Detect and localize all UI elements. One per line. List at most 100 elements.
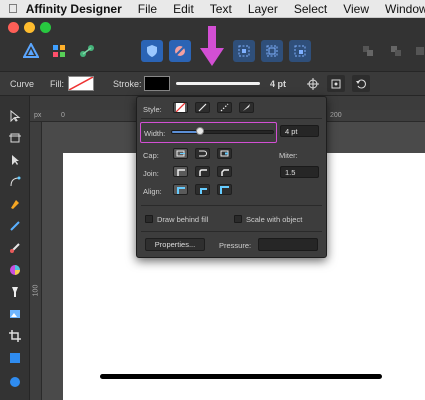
menu-file[interactable]: File [130, 2, 165, 16]
arrange-icon [363, 46, 373, 56]
cap-label: Cap: [143, 151, 159, 160]
fill-swatch[interactable] [68, 76, 94, 91]
pressure-label: Pressure: [219, 241, 252, 250]
macos-menu-bar:  Affinity Designer File Edit Text Layer… [0, 0, 425, 18]
width-slider-knob[interactable] [195, 127, 204, 135]
join-miter-button[interactable] [173, 166, 188, 177]
menu-view[interactable]: View [335, 2, 377, 16]
align-center-stroke-button[interactable] [173, 184, 188, 195]
stroke-width-preview[interactable] [176, 82, 260, 85]
menu-layer[interactable]: Layer [240, 2, 286, 16]
show-handles-button[interactable] [327, 75, 345, 92]
draw-behind-fill-label: Draw behind fill [157, 215, 209, 224]
pencil-tool[interactable] [5, 216, 25, 236]
transform-origin-button[interactable] [304, 75, 322, 92]
curve-line[interactable] [100, 374, 382, 379]
move-tool[interactable] [5, 106, 25, 126]
apple-menu-icon[interactable]:  [8, 1, 18, 16]
arrange-button[interactable] [357, 40, 379, 62]
menu-select[interactable]: Select [286, 2, 335, 16]
stroke-outside-icon [220, 185, 229, 194]
butt-cap-icon [176, 150, 185, 157]
glass-icon [12, 287, 18, 297]
image-icon [10, 310, 20, 318]
align-center-button[interactable] [261, 40, 283, 62]
tool-name-label: Curve [10, 79, 35, 89]
more-toolbar-button[interactable] [412, 40, 425, 62]
width-label: Width: [144, 129, 166, 138]
arrange-icon [415, 47, 424, 55]
fill-tool[interactable] [5, 260, 25, 280]
minimize-window-button[interactable] [24, 22, 35, 33]
draw-behind-fill-checkbox[interactable] [145, 215, 153, 223]
style-solid-button[interactable] [195, 102, 210, 113]
pen-icon [11, 200, 19, 209]
join-round-button[interactable] [195, 166, 210, 177]
crop-tool[interactable] [5, 326, 25, 346]
pressure-curve-field[interactable] [258, 238, 318, 251]
rectangle-tool[interactable] [5, 348, 25, 368]
cap-round-button[interactable] [195, 148, 210, 159]
menu-window[interactable]: Window [377, 2, 425, 16]
ellipse-tool[interactable] [5, 372, 25, 392]
stroke-center-icon [177, 186, 185, 194]
width-value-field[interactable]: 4 pt [280, 125, 319, 137]
style-brush-button[interactable] [239, 102, 254, 113]
place-image-tool[interactable] [5, 304, 25, 324]
style-label: Style: [143, 105, 162, 114]
rotate-button[interactable] [352, 75, 370, 92]
designer-persona-button[interactable] [20, 40, 42, 62]
ruler-unit-label: px [34, 112, 42, 119]
align-right-button[interactable] [289, 40, 311, 62]
boolean-add-button[interactable] [141, 40, 163, 62]
artboard-icon [9, 133, 21, 143]
align-outside-stroke-button[interactable] [217, 184, 232, 195]
panel-divider [141, 118, 322, 119]
selection-box-icon [238, 45, 250, 57]
corner-icon [10, 176, 21, 187]
menu-edit[interactable]: Edit [165, 2, 202, 16]
transparency-tool[interactable] [5, 282, 25, 302]
node-tool[interactable] [5, 150, 25, 170]
arrange-back-button[interactable] [385, 40, 407, 62]
app-name-menu[interactable]: Affinity Designer [18, 2, 130, 16]
style-dashed-button[interactable] [217, 102, 232, 113]
align-left-button[interactable] [233, 40, 255, 62]
miter-value-field[interactable]: 1.5 [280, 166, 319, 178]
vertical-ruler[interactable]: 100 [30, 122, 42, 400]
properties-button[interactable]: Properties... [145, 238, 205, 251]
align-inside-stroke-button[interactable] [195, 184, 210, 195]
export-persona-button[interactable] [76, 40, 98, 62]
miter-label: Miter: [279, 151, 298, 160]
width-slider-track[interactable] [171, 130, 274, 134]
brush-icon [10, 243, 20, 253]
zoom-window-button[interactable] [40, 22, 51, 33]
selection-box-icon [294, 45, 306, 57]
stroke-swatch[interactable] [144, 76, 170, 91]
stroke-inside-icon [200, 187, 207, 194]
corner-tool[interactable] [5, 172, 25, 192]
pen-tool[interactable] [5, 194, 25, 214]
pointer-icon [10, 110, 21, 122]
arrange-icon [391, 46, 401, 56]
close-window-button[interactable] [8, 22, 19, 33]
ruler-tick-label: 200 [330, 112, 342, 119]
stroke-label: Stroke: [113, 79, 142, 89]
style-none-button[interactable] [173, 102, 188, 113]
cap-butt-button[interactable] [173, 148, 188, 159]
stroke-width-value[interactable]: 4 pt [270, 79, 286, 89]
menu-text[interactable]: Text [202, 2, 240, 16]
brush-tool[interactable] [5, 238, 25, 258]
pixel-persona-button[interactable] [48, 40, 70, 62]
rectangle-icon [10, 353, 20, 363]
panel-divider [141, 231, 322, 232]
no-fill-icon [68, 76, 94, 91]
artboard-tool[interactable] [5, 128, 25, 148]
boolean-subtract-button[interactable] [169, 40, 191, 62]
cap-square-button[interactable] [217, 148, 232, 159]
fill-label: Fill: [50, 79, 64, 89]
scale-with-object-label: Scale with object [246, 215, 303, 224]
join-bevel-button[interactable] [217, 166, 232, 177]
panel-divider [141, 205, 322, 206]
scale-with-object-checkbox[interactable] [234, 215, 242, 223]
